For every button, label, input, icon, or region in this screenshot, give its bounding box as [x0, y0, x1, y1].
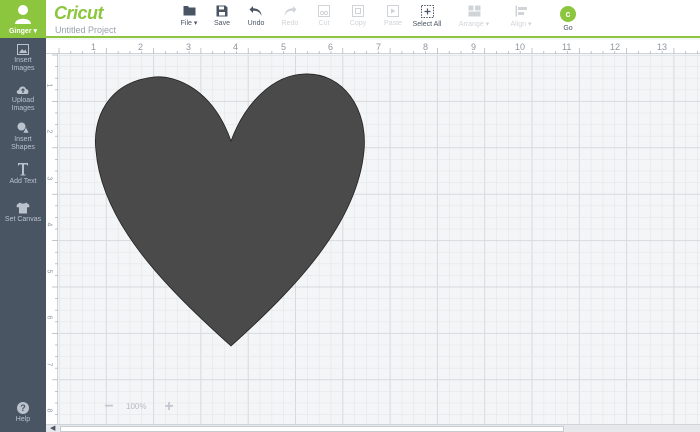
ruler-left-label: 8 — [45, 408, 53, 413]
undo-icon — [249, 6, 262, 16]
ruler-top-label: 10 — [515, 42, 526, 52]
paste-button[interactable]: Paste — [380, 5, 406, 27]
file-menu-button[interactable]: File ▾ — [176, 5, 202, 27]
set-canvas-label: Set Canvas — [4, 216, 42, 223]
help-button[interactable]: ? Help — [0, 402, 46, 423]
cricut-logo: Cricut — [54, 3, 104, 23]
horizontal-scrollbar[interactable]: ◀ — [46, 424, 700, 432]
select-all-icon — [420, 5, 434, 18]
redo-button[interactable]: Redo — [278, 5, 302, 27]
set-canvas-button[interactable]: Set Canvas — [0, 202, 46, 224]
add-text-button[interactable]: Add Text — [0, 162, 46, 186]
paste-label: Paste — [384, 20, 402, 27]
insert-images-label: Insert Images — [11, 57, 35, 72]
cut-button[interactable]: Cut — [312, 5, 336, 27]
ruler-left-label: 1 — [45, 83, 53, 88]
left-ruler: 1 2 3 4 5 6 7 8 — [45, 54, 58, 424]
ruler-top-label: 2 — [138, 42, 144, 52]
cut-icon — [318, 5, 330, 17]
align-icon — [515, 5, 527, 17]
top-ruler: 1 2 3 4 5 6 7 8 9 10 11 12 13 — [46, 40, 700, 54]
image-icon — [17, 44, 29, 55]
select-all-label: Select All — [412, 21, 442, 28]
ruler-left-label: 4 — [45, 222, 53, 227]
redo-icon — [284, 6, 297, 16]
top-ruler-ticks — [58, 48, 698, 54]
zoom-level: 100% — [126, 402, 147, 411]
heart-shape[interactable] — [94, 73, 365, 347]
file-label: File — [180, 20, 192, 27]
zoom-in-button[interactable]: + — [160, 398, 178, 416]
upload-images-label: Upload Images — [11, 97, 35, 112]
cloud-upload-icon — [16, 86, 29, 94]
ruler-top-label: 11 — [562, 42, 572, 52]
ruler-top-label: 13 — [657, 42, 668, 52]
folder-icon — [183, 6, 195, 16]
save-icon — [216, 5, 228, 17]
canvas-shapes — [94, 73, 365, 347]
ruler-top-label: 1 — [91, 42, 97, 52]
ruler-top-label: 4 — [233, 42, 239, 52]
select-all-button[interactable]: Select All — [410, 5, 444, 28]
insert-images-button[interactable]: Insert Images — [0, 44, 46, 73]
copy-icon — [352, 5, 364, 17]
copy-button[interactable]: Copy — [346, 5, 370, 27]
help-label: Help — [15, 416, 31, 423]
add-text-label: Add Text — [9, 178, 37, 185]
align-button[interactable]: Align ▾ — [506, 5, 536, 28]
go-button[interactable]: c — [560, 6, 576, 22]
ruler-top-label: 12 — [610, 42, 621, 52]
file-caret-icon: ▾ — [193, 20, 198, 27]
insert-shapes-button[interactable]: Insert Shapes — [0, 122, 46, 152]
ruler-top-label: 3 — [186, 42, 192, 52]
scroll-left-icon[interactable]: ◀ — [50, 425, 55, 432]
ruler-top-label: 5 — [281, 42, 287, 52]
ruler-top-label: 9 — [471, 42, 477, 52]
align-caret-icon: ▾ — [528, 21, 532, 28]
top-toolbar: Cricut Untitled Project File ▾ Save Undo… — [46, 0, 700, 38]
ruler-top-label: 6 — [328, 42, 334, 52]
project-title[interactable]: Untitled Project — [55, 25, 116, 35]
user-name: Ginger ▾ — [8, 28, 38, 35]
insert-shapes-label: Insert Shapes — [11, 136, 35, 151]
user-menu[interactable]: Ginger ▾ — [0, 0, 46, 38]
go-cricut-icon: c — [565, 9, 571, 19]
arrange-button[interactable]: Arrange ▾ — [456, 5, 492, 28]
text-icon — [18, 163, 28, 176]
ruler-top-label: 7 — [376, 42, 382, 52]
arrange-caret-icon: ▾ — [485, 21, 490, 28]
ruler-left-label: 7 — [45, 362, 53, 367]
upload-images-button[interactable]: Upload Images — [0, 84, 46, 113]
ruler-left-label: 5 — [45, 269, 53, 274]
design-canvas[interactable] — [59, 55, 700, 424]
shapes-icon — [17, 122, 29, 134]
ruler-left-label: 3 — [45, 176, 53, 181]
shirt-icon — [16, 202, 30, 214]
copy-label: Copy — [349, 20, 367, 27]
save-label: Save — [214, 20, 230, 27]
left-ruler-ticks — [52, 54, 58, 415]
ruler-top-label: 8 — [423, 42, 429, 52]
save-button[interactable]: Save — [211, 5, 233, 27]
go-label: Go — [563, 25, 573, 32]
zoom-out-button[interactable]: − — [100, 398, 118, 416]
align-label: Align — [510, 21, 527, 28]
left-sidebar: Ginger ▾ Insert Images Upload Images Inser… — [0, 0, 46, 432]
undo-button[interactable]: Undo — [244, 5, 268, 27]
undo-label: Undo — [247, 20, 265, 27]
help-icon: ? — [17, 402, 29, 414]
ruler-left-label: 2 — [45, 129, 53, 134]
scrollbar-thumb[interactable] — [60, 426, 564, 432]
paste-icon — [387, 5, 399, 17]
arrange-label: Arrange — [458, 21, 484, 28]
cut-label: Cut — [318, 20, 330, 27]
arrange-icon — [468, 5, 480, 17]
redo-label: Redo — [281, 20, 299, 27]
ruler-left-label: 6 — [45, 315, 53, 320]
user-icon — [15, 5, 31, 24]
